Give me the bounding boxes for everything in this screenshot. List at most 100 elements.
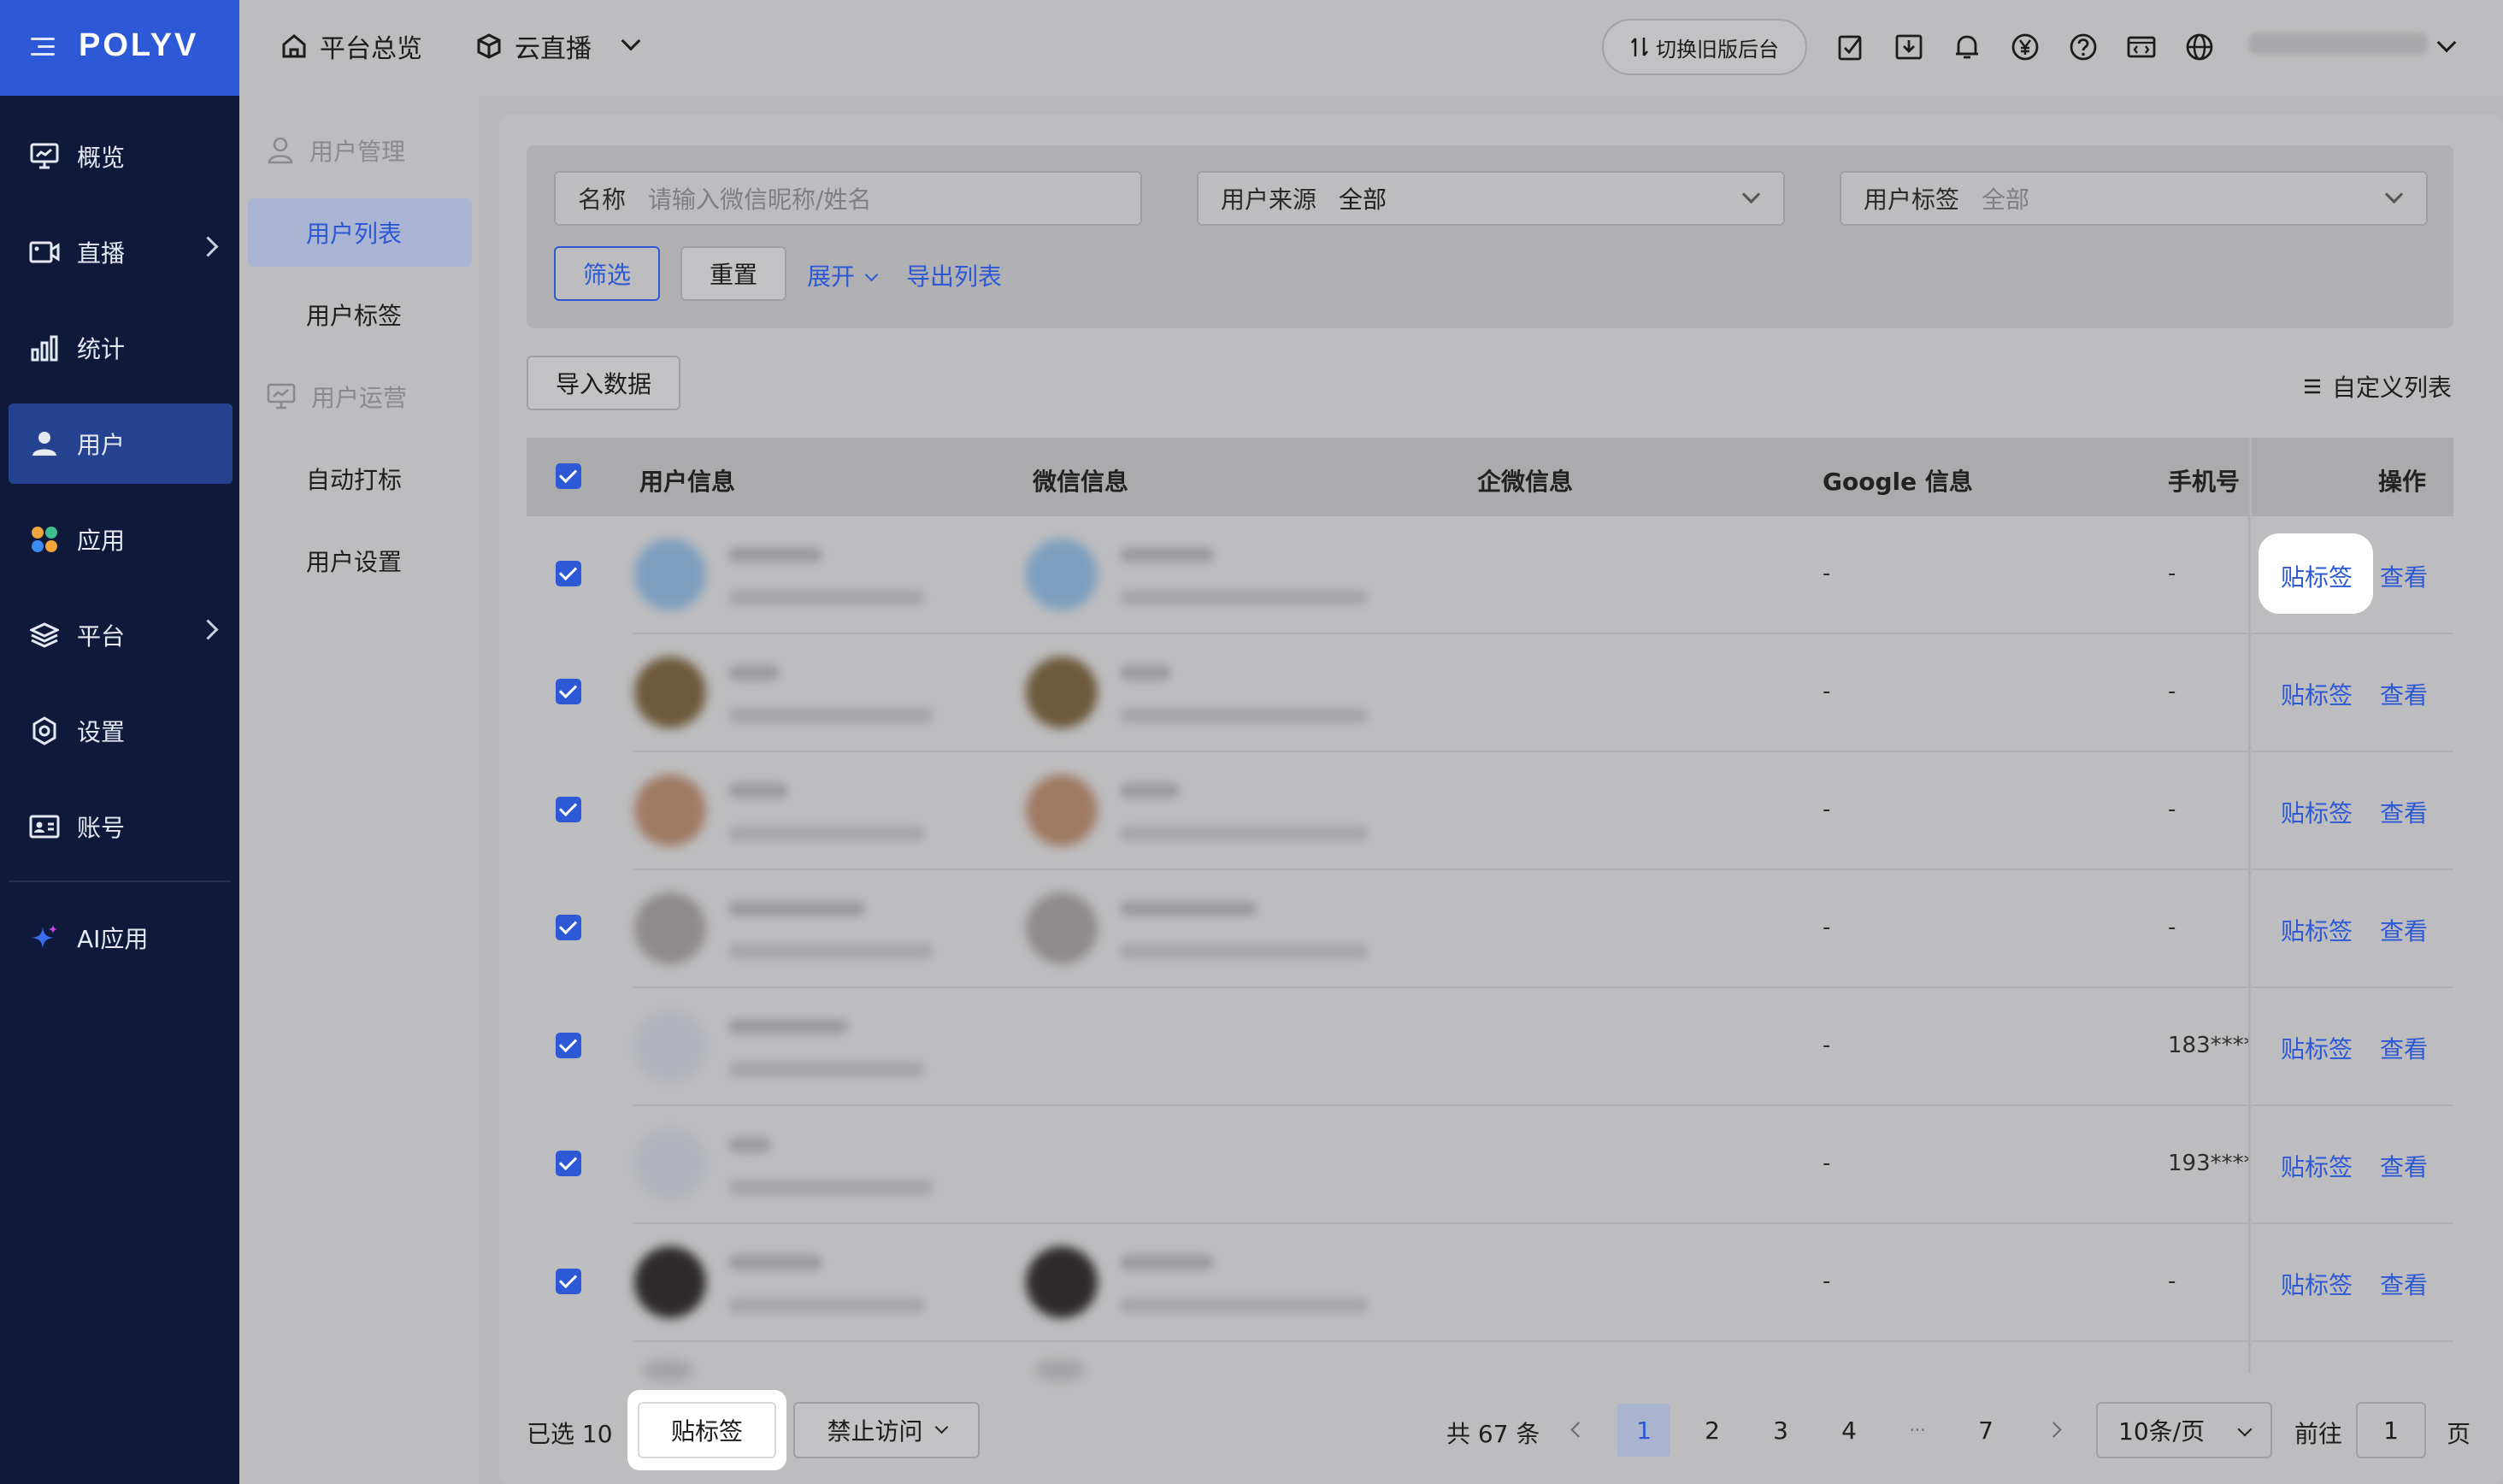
- reset-button[interactable]: 重置: [680, 246, 786, 301]
- sidebar-item-users[interactable]: 用户: [9, 403, 233, 484]
- tag-action-link[interactable]: 贴标签: [2281, 1031, 2353, 1065]
- google-info-cell: -: [1823, 1269, 1831, 1294]
- row-checkbox[interactable]: [556, 1269, 581, 1294]
- goto-page-input[interactable]: 1: [2356, 1402, 2426, 1458]
- logo-bar: POLYV: [0, 0, 239, 96]
- import-data-button[interactable]: 导入数据: [527, 356, 680, 410]
- sidebar-item-label: 账号: [77, 814, 126, 842]
- switch-legacy-button[interactable]: 切换旧版后台: [1602, 19, 1807, 75]
- user-id-blurred: [728, 708, 933, 723]
- sidebar-item-ai-apps[interactable]: AI应用: [9, 898, 233, 978]
- nav-platform-overview[interactable]: 平台总览: [280, 27, 422, 65]
- row-checkbox[interactable]: [556, 915, 581, 940]
- subnav-item-auto-tagging[interactable]: 自动打标: [248, 445, 472, 513]
- page-suffix: 页: [2447, 1420, 2471, 1448]
- help-icon[interactable]: [2069, 32, 2098, 62]
- row-divider: [633, 986, 2453, 988]
- select-all-checkbox[interactable]: [556, 463, 581, 489]
- subnav-group-user-management: 用户管理: [267, 133, 405, 168]
- menu-toggle-icon[interactable]: [31, 38, 55, 58]
- tag-filter-select[interactable]: 用户标签 全部: [1840, 171, 2428, 226]
- download-icon[interactable]: [1894, 32, 1923, 62]
- row-checkbox[interactable]: [556, 797, 581, 822]
- expand-filters-link[interactable]: 展开: [807, 258, 879, 292]
- google-info-cell: -: [1823, 561, 1831, 586]
- partial-row-avatar: [643, 1359, 694, 1381]
- row-divider: [633, 633, 2453, 634]
- sidebar-item-platform[interactable]: 平台: [9, 595, 233, 675]
- google-info-cell: -: [1823, 1033, 1831, 1058]
- globe-icon[interactable]: [2185, 32, 2214, 62]
- account-name-blurred[interactable]: [2248, 32, 2428, 55]
- sidebar-item-apps[interactable]: 应用: [9, 499, 233, 580]
- chevron-down-icon: [2237, 1422, 2253, 1437]
- subnav-item-user-tags[interactable]: 用户标签: [248, 280, 472, 349]
- row-checkbox[interactable]: [556, 561, 581, 586]
- row-checkbox[interactable]: [556, 1033, 581, 1058]
- tag-action-link[interactable]: 贴标签: [2281, 677, 2353, 711]
- tag-action-link[interactable]: 贴标签: [2281, 559, 2353, 593]
- page-4[interactable]: 4: [1823, 1404, 1876, 1457]
- page-1[interactable]: 1: [1617, 1404, 1670, 1457]
- row-checkbox[interactable]: [556, 1151, 581, 1176]
- sidebar-item-stats[interactable]: 统计: [9, 308, 233, 388]
- fixed-column-shadow: [2248, 438, 2252, 1373]
- view-action-link[interactable]: 查看: [2380, 1149, 2428, 1183]
- chevron-down-icon[interactable]: [621, 31, 641, 51]
- yen-icon[interactable]: [2011, 32, 2040, 62]
- page-size-select[interactable]: 10条/页: [2096, 1402, 2272, 1458]
- ban-access-dropdown[interactable]: 禁止访问: [793, 1402, 980, 1458]
- tag-action-link[interactable]: 贴标签: [2281, 1149, 2353, 1183]
- wechat-name-blurred: [1120, 547, 1214, 562]
- apps-icon: [29, 524, 60, 555]
- sidebar-item-settings[interactable]: 设置: [9, 691, 233, 771]
- custom-list-button[interactable]: 自定义列表: [2303, 369, 2452, 403]
- page-3[interactable]: 3: [1754, 1404, 1807, 1457]
- view-action-link[interactable]: 查看: [2380, 559, 2428, 593]
- task-icon[interactable]: [1836, 32, 1865, 62]
- page-ellipsis[interactable]: ···: [1891, 1404, 1944, 1457]
- view-action-link[interactable]: 查看: [2380, 677, 2428, 711]
- bell-icon[interactable]: [1952, 32, 1982, 62]
- subnav-item-user-settings[interactable]: 用户设置: [248, 527, 472, 595]
- google-info-cell: -: [1823, 1151, 1831, 1176]
- page-7[interactable]: 7: [1959, 1404, 2012, 1457]
- brand-logo[interactable]: POLYV: [79, 27, 198, 64]
- sidebar-item-label: 概览: [77, 144, 126, 172]
- bulk-tag-button[interactable]: 贴标签: [638, 1402, 776, 1458]
- tag-action-link[interactable]: 贴标签: [2281, 913, 2353, 947]
- phone-cell: -: [2168, 561, 2176, 586]
- filter-button[interactable]: 筛选: [554, 246, 660, 301]
- user-icon: [29, 428, 60, 459]
- subnav-item-user-list[interactable]: 用户列表: [248, 198, 472, 267]
- export-list-link[interactable]: 导出列表: [906, 258, 1002, 292]
- column-header-wecom-info: 企微信息: [1477, 468, 1574, 496]
- wechat-name-blurred: [1120, 665, 1171, 680]
- view-action-link[interactable]: 查看: [2380, 1267, 2428, 1301]
- wechat-id-blurred: [1120, 826, 1368, 841]
- tag-action-link[interactable]: 贴标签: [2281, 795, 2353, 829]
- user-name-blurred: [728, 1019, 848, 1034]
- row-divider: [633, 751, 2453, 752]
- nav-cloud-live[interactable]: 云直播: [475, 27, 641, 65]
- source-filter-select[interactable]: 用户来源 全部: [1197, 171, 1785, 226]
- sidebar-item-account[interactable]: 账号: [9, 786, 233, 867]
- view-action-link[interactable]: 查看: [2380, 913, 2428, 947]
- total-count: 共 67 条: [1446, 1420, 1540, 1448]
- cube-icon: [477, 33, 501, 59]
- user-avatar: [634, 774, 706, 846]
- column-header-user-info: 用户信息: [639, 468, 736, 496]
- row-checkbox[interactable]: [556, 679, 581, 704]
- view-action-link[interactable]: 查看: [2380, 1031, 2428, 1065]
- sidebar-item-overview[interactable]: 概览: [9, 116, 233, 197]
- sidebar-item-live[interactable]: 直播: [9, 212, 233, 292]
- name-filter-field[interactable]: 名称 请输入微信昵称/姓名: [554, 171, 1142, 226]
- page-2[interactable]: 2: [1686, 1404, 1739, 1457]
- tag-action-link[interactable]: 贴标签: [2281, 1267, 2353, 1301]
- phone-cell: 193****5: [2168, 1151, 2248, 1176]
- view-action-link[interactable]: 查看: [2380, 795, 2428, 829]
- row-divider: [633, 1340, 2453, 1342]
- sidebar-item-label: AI应用: [77, 925, 149, 953]
- code-icon[interactable]: [2127, 32, 2156, 62]
- user-name-blurred: [728, 1255, 822, 1270]
